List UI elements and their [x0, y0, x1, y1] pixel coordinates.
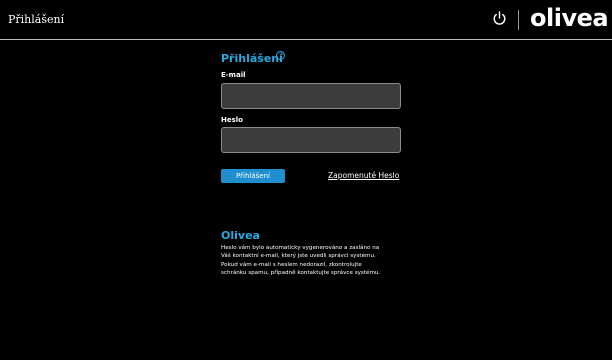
email-field[interactable]: [221, 83, 401, 109]
info-line: schránku spamu, případně kontaktujte spr…: [221, 270, 381, 277]
email-label: E-mail: [221, 71, 246, 79]
password-field[interactable]: [221, 127, 401, 153]
info-line: Váš kontaktní e-mail, který jste uvedli …: [221, 253, 376, 260]
info-line: Pokud vám e-mail s heslem nedorazil, zko…: [221, 261, 362, 268]
forgot-password-link[interactable]: Zapomenuté Heslo: [328, 171, 399, 180]
info-line: Heslo vám bylo automaticky vygenerováno …: [221, 245, 380, 251]
password-label: Heslo: [221, 116, 243, 124]
top-bar: Přihlášení olivea: [0, 0, 612, 40]
help-icon[interactable]: ?: [276, 51, 285, 60]
info-title: Olivea: [221, 229, 260, 242]
olivea-logo: olivea: [530, 4, 609, 32]
header-divider: [518, 10, 519, 30]
form-title: Přihlášení: [221, 52, 283, 65]
login-button[interactable]: Přihlášení: [221, 169, 285, 183]
page-title: Přihlášení: [8, 13, 65, 26]
info-text: Heslo vám bylo automaticky vygenerováno …: [221, 244, 411, 278]
power-icon[interactable]: [492, 11, 507, 26]
